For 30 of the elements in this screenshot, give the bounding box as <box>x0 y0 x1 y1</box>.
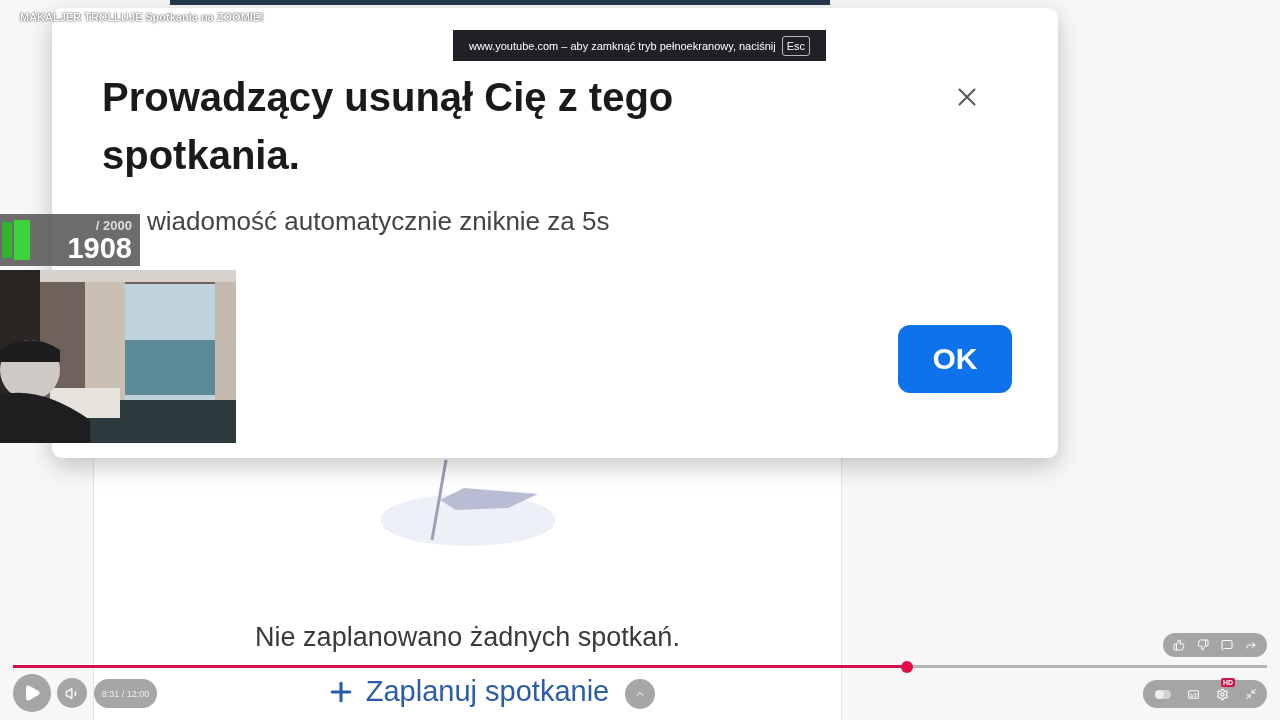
captions-icon <box>1187 687 1200 701</box>
esc-key: Esc <box>781 35 811 56</box>
dialog-title: Prowadzący usunął Cię z tego spotkania. <box>102 74 675 179</box>
thumbs-up-icon <box>1173 639 1185 651</box>
counter-value: 1908 <box>67 232 132 263</box>
settings-button[interactable] <box>1216 687 1229 701</box>
counter-total: / 2000 <box>95 217 132 233</box>
comment-button[interactable] <box>1221 639 1233 651</box>
play-button[interactable] <box>13 674 51 712</box>
settings-icon <box>1216 687 1229 701</box>
share-button[interactable] <box>1245 639 1257 651</box>
dialog-message: wiadomość automatycznie zniknie za 5s <box>147 206 611 237</box>
dislike-button[interactable] <box>1197 639 1209 651</box>
exit-fullscreen-button[interactable] <box>1245 688 1257 700</box>
schedule-button[interactable]: Zaplanuj spotkanie <box>325 675 610 708</box>
empty-text: Nie zaplanowano żadnych spotkań. <box>255 622 680 653</box>
notice-text: www.youtube.com – aby zamknąć tryb pełnoekranowy, naciśnij <box>468 39 776 52</box>
video-title: MAKALJER TROLLUJE Spotkania na ZOOMIE! <box>20 11 264 23</box>
captions-button[interactable] <box>1187 687 1200 701</box>
progress-handle[interactable] <box>901 660 914 673</box>
comment-icon <box>1221 639 1233 651</box>
ok-button[interactable]: OK <box>898 325 1012 393</box>
volume-button[interactable] <box>57 678 87 708</box>
play-icon <box>23 684 41 702</box>
autoplay-toggle[interactable] <box>1155 689 1171 699</box>
share-icon <box>1245 639 1257 651</box>
like-button[interactable] <box>1173 639 1185 651</box>
exit-fullscreen-icon <box>1245 688 1257 700</box>
thumbs-down-icon <box>1197 639 1209 651</box>
bar-icon <box>2 218 32 262</box>
